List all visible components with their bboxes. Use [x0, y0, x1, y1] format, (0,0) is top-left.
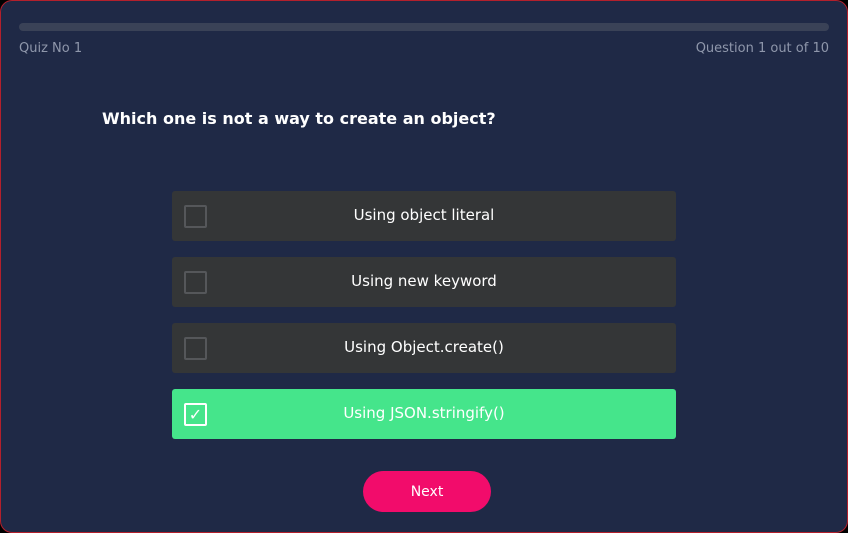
question-counter: Question 1 out of 10: [695, 41, 829, 56]
quiz-label: Quiz No 1: [19, 41, 83, 56]
option-new-keyword[interactable]: Using new keyword: [172, 257, 676, 307]
question-text: Which one is not a way to create an obje…: [102, 109, 496, 128]
option-object-literal[interactable]: Using object literal: [172, 191, 676, 241]
option-label: Using JSON.stringify(): [343, 404, 505, 422]
quiz-container: Quiz No 1 Question 1 out of 10 Which one…: [0, 0, 848, 533]
option-object-create[interactable]: Using Object.create(): [172, 323, 676, 373]
option-json-stringify[interactable]: ✓ Using JSON.stringify(): [172, 389, 676, 439]
option-label: Using object literal: [353, 206, 495, 224]
option-label: Using Object.create(): [344, 338, 504, 356]
option-label: Using new keyword: [351, 272, 497, 290]
progress-bar: [19, 23, 829, 31]
options-list: Using object literal Using new keyword U…: [172, 191, 676, 455]
next-button[interactable]: Next: [363, 471, 491, 512]
